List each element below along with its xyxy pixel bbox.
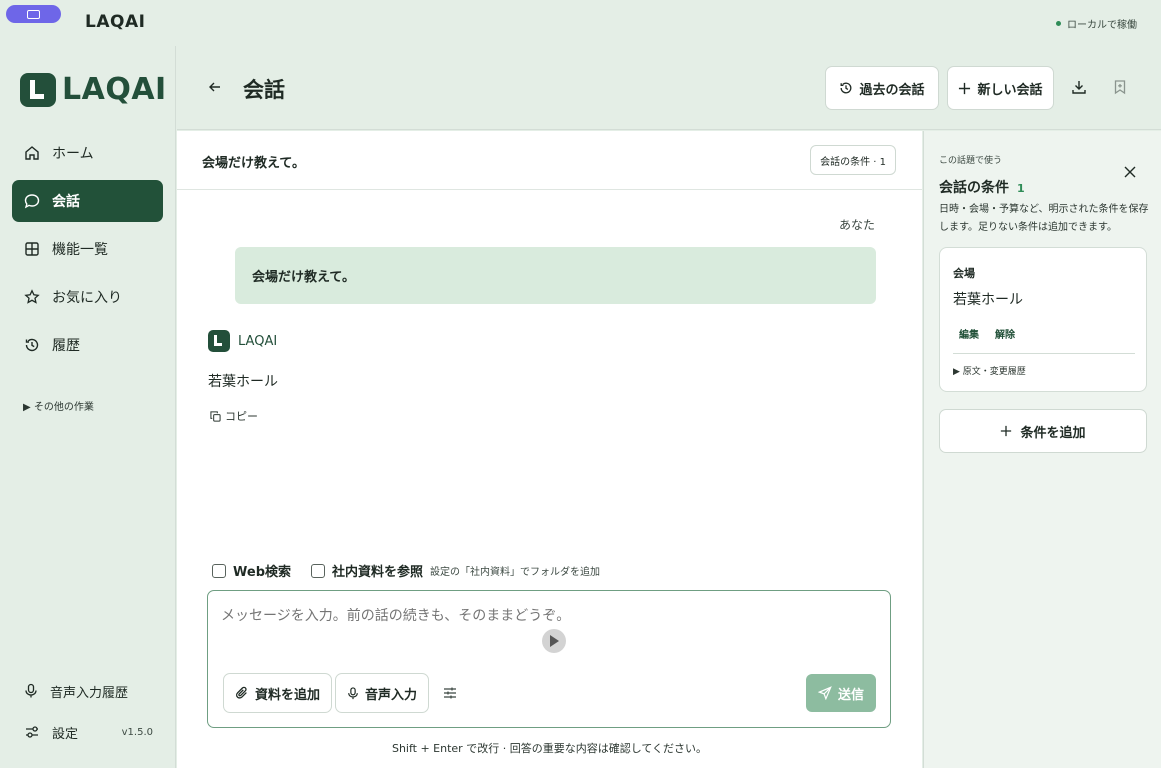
web-search-label[interactable]: Web検索 xyxy=(233,561,291,580)
status-indicator: ローカルで稼働 xyxy=(1056,16,1137,31)
message-input[interactable] xyxy=(221,608,871,624)
voice-input-button[interactable]: 音声入力 xyxy=(335,673,430,713)
send-label: 送信 xyxy=(837,687,864,703)
title-bar: LAQAI ローカルで稼働 xyxy=(0,0,1161,46)
sidebar-item-home[interactable]: ホーム xyxy=(12,132,163,174)
chat-bubble-icon xyxy=(24,194,40,209)
back-arrow-icon[interactable] xyxy=(207,79,223,95)
page-title: 会話 xyxy=(243,78,285,102)
remove-condition-button[interactable]: 解除 xyxy=(995,326,1015,341)
chat-area: 会場だけ教えて。 会話の条件 · 1 あなた 会場だけ教えて。 LAQAI 若葉… xyxy=(177,131,922,768)
panel-caption: この話題で使う xyxy=(939,156,1003,166)
download-icon[interactable] xyxy=(1071,79,1087,95)
card-divider xyxy=(953,353,1135,354)
topic-bar: 会場だけ教えて。 会話の条件 · 1 xyxy=(177,131,922,190)
you-label: あなた xyxy=(838,218,875,232)
condition-label: 会場 xyxy=(953,267,975,280)
ai-answer: 若葉ホール xyxy=(208,374,278,390)
topic-title: 会場だけ教えて。 xyxy=(202,156,305,171)
microphone-icon xyxy=(348,686,358,699)
add-condition-button[interactable]: 条件を追加 xyxy=(939,409,1147,453)
edit-condition-button[interactable]: 編集 xyxy=(959,326,979,341)
sidebar-item-label: ホーム xyxy=(52,146,94,162)
panel-title: 会話の条件 1 xyxy=(939,177,1025,197)
web-search-checkbox[interactable] xyxy=(212,563,226,578)
panel-description: 日時・会場・予算など、明示された条件を保存します。足りない条件は追加できます。 xyxy=(939,204,1149,233)
voice-history-button[interactable]: 音声入力履歴 xyxy=(12,674,163,708)
add-condition-label: 条件を追加 xyxy=(1020,425,1086,441)
voice-history-label: 音声入力履歴 xyxy=(50,685,129,701)
microphone-icon xyxy=(25,683,37,698)
send-icon xyxy=(817,686,832,700)
version-label: v1.5.0 xyxy=(121,726,153,738)
sidebar-item-history[interactable]: 履歴 xyxy=(12,324,163,366)
page-header: 会話 過去の会話 新しい会話 xyxy=(177,46,1161,130)
change-history-toggle[interactable]: ▶ 原文・変更履歴 xyxy=(953,364,1026,377)
settings-sliders-icon xyxy=(26,726,38,738)
app-title: LAQAI xyxy=(85,12,146,32)
user-message: 会場だけ教えて。 xyxy=(235,247,876,304)
logo-mark-icon xyxy=(20,72,56,107)
sidebar-item-label: お気に入り xyxy=(52,290,122,306)
copy-button[interactable]: コピー xyxy=(210,408,258,424)
settings-label: 設定 xyxy=(52,726,79,742)
logo-text: LAQAI xyxy=(62,72,167,107)
sidebar-item-label: 会話 xyxy=(52,194,80,210)
ai-message-header: LAQAI xyxy=(208,330,277,352)
close-icon[interactable] xyxy=(1123,165,1137,179)
panel-title-text: 会話の条件 xyxy=(939,180,1009,196)
condition-actions: 編集 解除 xyxy=(959,326,1015,341)
plus-icon xyxy=(1001,425,1012,437)
past-conversations-label: 過去の会話 xyxy=(859,82,925,98)
send-button[interactable]: 送信 xyxy=(806,674,876,712)
sidebar-item-favorites[interactable]: お気に入り xyxy=(12,276,163,318)
internal-docs-hint: 設定の「社内資料」でフォルダを追加 xyxy=(430,567,601,578)
copy-icon xyxy=(210,410,221,422)
internal-docs-label[interactable]: 社内資料を参照 xyxy=(332,561,423,580)
sidebar-item-label: 履歴 xyxy=(52,338,80,354)
tune-icon[interactable] xyxy=(441,684,459,702)
star-icon xyxy=(24,289,40,304)
mouse-cursor-icon xyxy=(542,629,566,653)
conditions-chip[interactable]: 会話の条件 · 1 xyxy=(810,145,896,175)
option-row: Web検索 社内資料を参照 設定の「社内資料」でフォルダを追加 xyxy=(212,561,600,580)
other-work-toggle[interactable]: ▶ その他の作業 xyxy=(23,398,94,413)
footer-note: Shift + Enter で改行 · 回答の重要な内容は確認してください。 xyxy=(391,742,708,755)
condition-card: 会場 若葉ホール 編集 解除 ▶ 原文・変更履歴 xyxy=(939,247,1147,392)
status-text: ローカルで稼働 xyxy=(1067,20,1137,31)
window-mode-button[interactable] xyxy=(6,5,61,23)
sidebar-item-label: 機能一覧 xyxy=(52,242,108,258)
attach-document-label: 資料を追加 xyxy=(255,687,321,703)
history-icon xyxy=(841,82,852,94)
ai-name: LAQAI xyxy=(238,333,278,349)
grid-icon xyxy=(25,242,39,256)
sidebar-item-chat[interactable]: 会話 xyxy=(12,180,163,222)
laqai-logo-icon xyxy=(208,330,230,352)
sidebar: LAQAI ホーム 会話 機能一覧 お気に入り 履歴 ▶ その他の作業 音声入力… xyxy=(0,46,176,768)
internal-docs-checkbox[interactable] xyxy=(311,563,325,578)
status-dot-icon xyxy=(1056,21,1061,26)
history-icon xyxy=(25,338,39,352)
new-conversation-button[interactable]: 新しい会話 xyxy=(947,66,1054,110)
voice-input-label: 音声入力 xyxy=(365,687,418,703)
past-conversations-button[interactable]: 過去の会話 xyxy=(825,66,939,110)
condition-value: 若葉ホール xyxy=(953,292,1023,308)
copy-label: コピー xyxy=(225,410,258,423)
attach-document-button[interactable]: 資料を追加 xyxy=(223,673,333,713)
screen-icon xyxy=(27,9,40,19)
conditions-panel: この話題で使う 会話の条件 1 日時・会場・予算など、明示された条件を保存します… xyxy=(923,131,1161,768)
settings-button[interactable]: 設定 v1.5.0 xyxy=(12,715,163,749)
message-composer: 資料を追加 音声入力 送信 xyxy=(207,590,891,728)
paperclip-icon xyxy=(235,686,247,699)
sidebar-item-features[interactable]: 機能一覧 xyxy=(12,228,163,270)
bookmark-icon[interactable] xyxy=(1112,79,1128,95)
new-conversation-label: 新しい会話 xyxy=(977,82,1043,98)
home-icon xyxy=(25,146,39,160)
logo: LAQAI xyxy=(20,72,167,107)
plus-icon xyxy=(959,82,971,94)
condition-count: 1 xyxy=(1017,182,1025,195)
